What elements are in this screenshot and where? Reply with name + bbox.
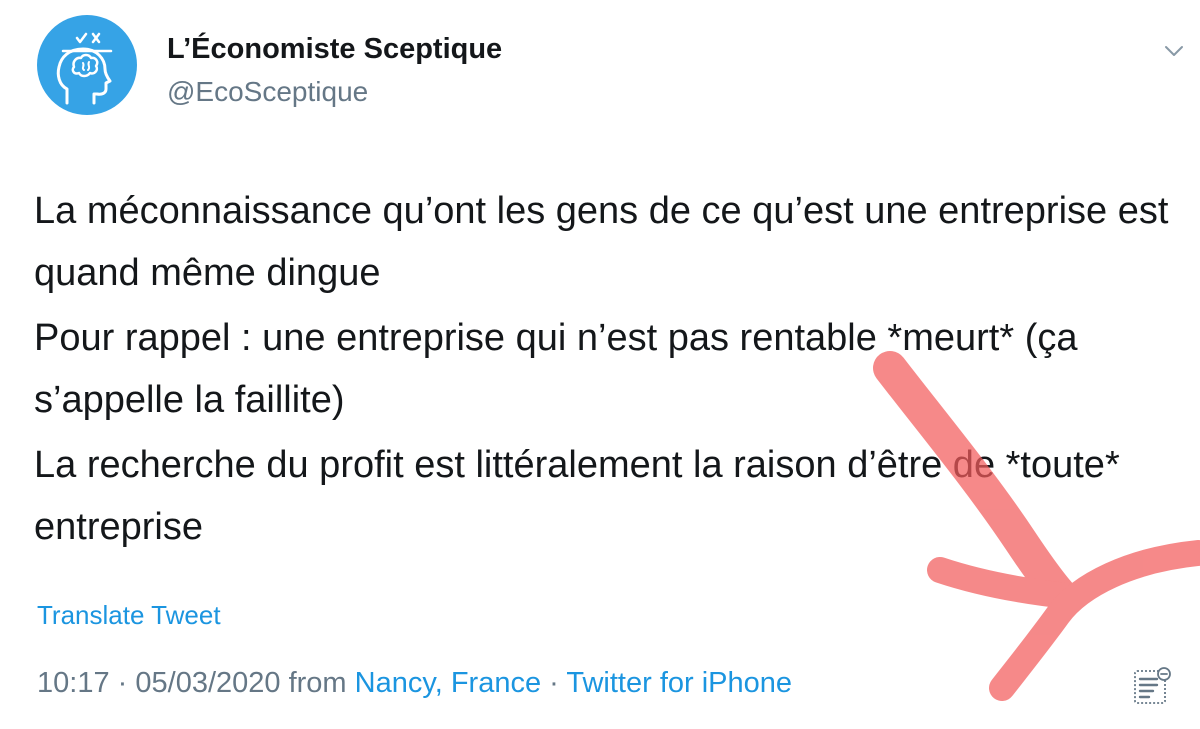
chevron-down-icon[interactable] — [1163, 40, 1185, 62]
tweet-date[interactable]: 05/03/2020 — [135, 667, 280, 699]
brain-head-icon — [56, 32, 113, 105]
translate-tweet-link[interactable]: Translate Tweet — [37, 600, 221, 631]
meta-separator: · — [117, 667, 128, 699]
from-label: from — [288, 667, 347, 699]
display-name[interactable]: L’Économiste Sceptique — [167, 33, 502, 66]
tweet-paragraph: La méconnaissance qu’ont les gens de ce … — [34, 190, 1169, 294]
tweet-meta: 10:17 · 05/03/2020 from Nancy, France · … — [37, 667, 792, 700]
analytics-icon[interactable] — [1133, 665, 1173, 705]
user-handle[interactable]: @EcoSceptique — [167, 76, 368, 108]
location-link[interactable]: Nancy, France — [355, 667, 541, 699]
meta-separator: · — [549, 667, 559, 699]
tweet-card: L’Économiste Sceptique @EcoSceptique La … — [0, 0, 1200, 729]
tweet-time[interactable]: 10:17 — [37, 667, 110, 699]
tweet-paragraph: Pour rappel : une entreprise qui n’est p… — [34, 317, 1078, 421]
tweet-paragraph: La recherche du profit est littéralement… — [34, 444, 1120, 548]
tweet-text: La méconnaissance qu’ont les gens de ce … — [34, 180, 1184, 561]
avatar[interactable] — [37, 15, 137, 115]
client-link[interactable]: Twitter for iPhone — [566, 667, 792, 699]
